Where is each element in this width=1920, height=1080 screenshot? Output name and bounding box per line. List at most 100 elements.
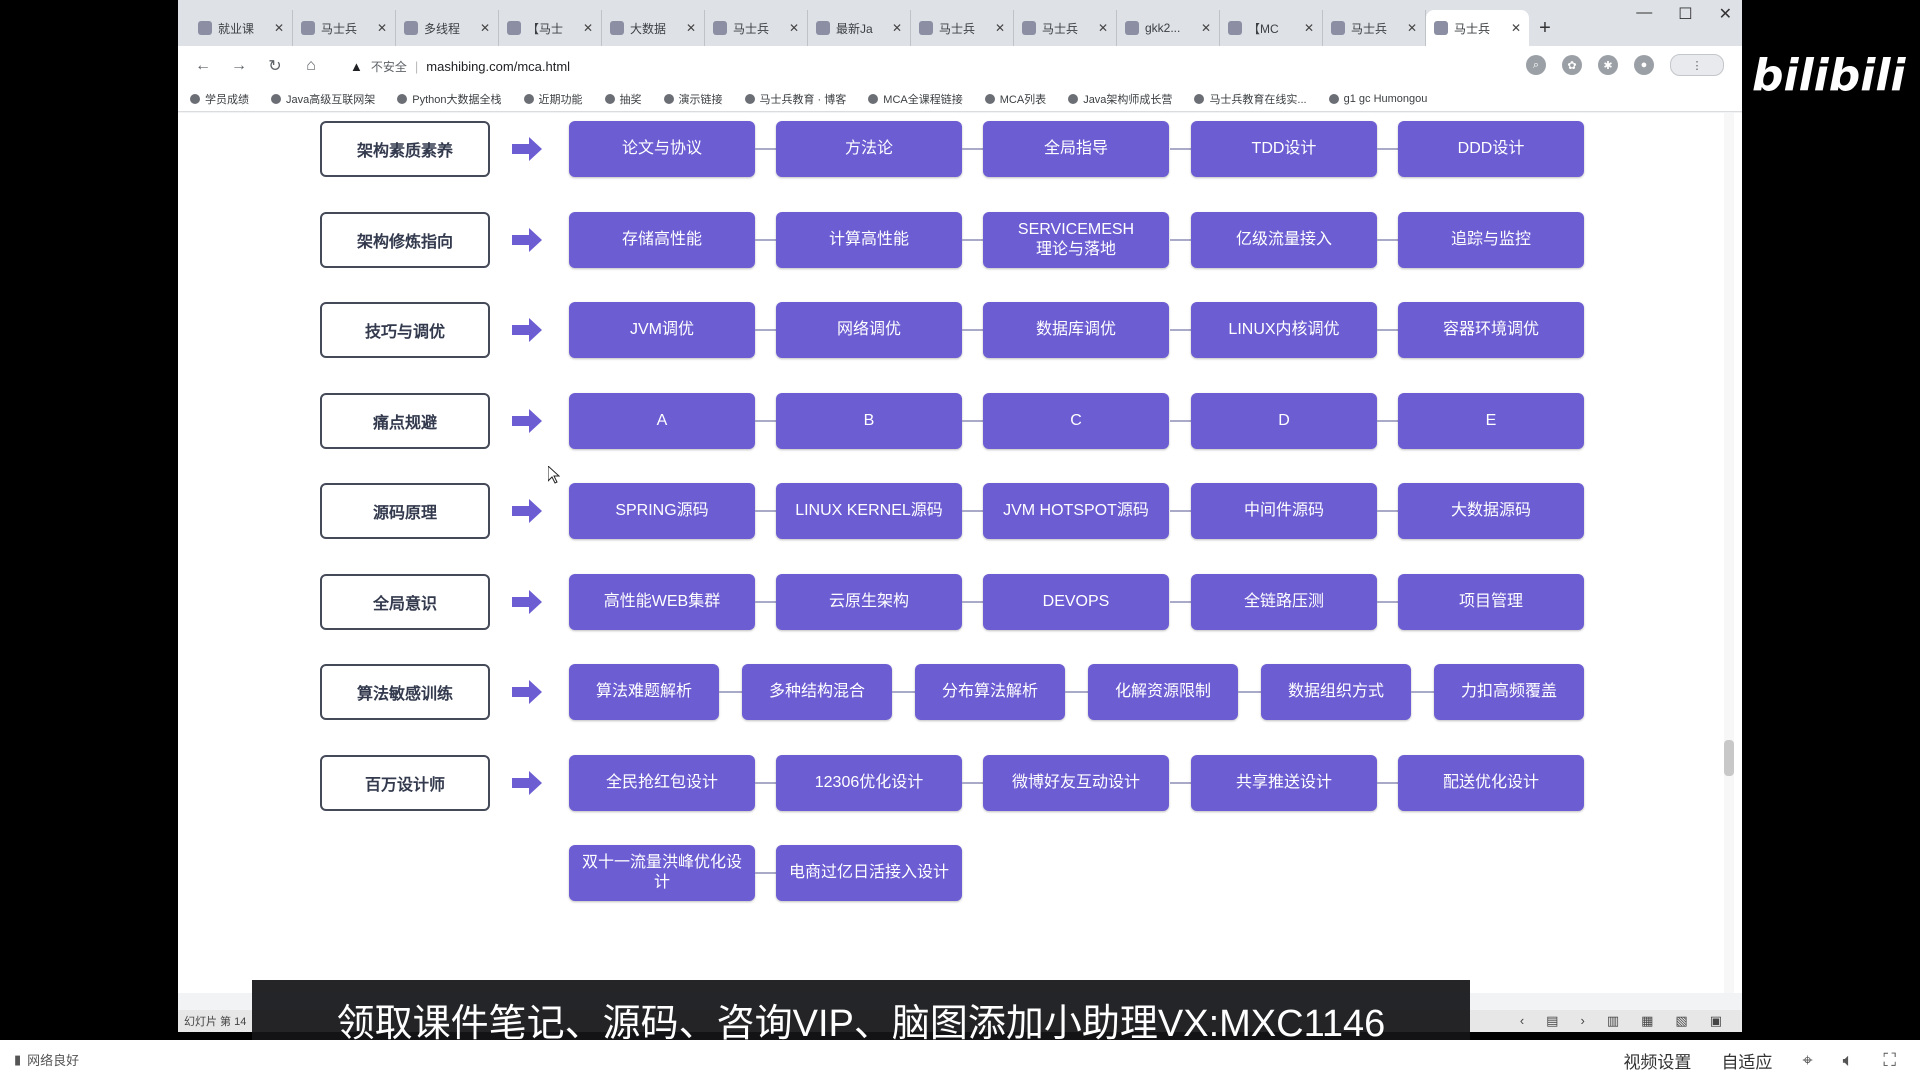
browser-tab[interactable]: 最新Ja ✕ (808, 10, 911, 46)
browser-tab[interactable]: 马士兵 ✕ (1323, 10, 1426, 46)
roadmap-node[interactable]: 计算高性能 (776, 212, 962, 268)
browser-tab[interactable]: 大数据 ✕ (602, 10, 705, 46)
roadmap-node[interactable]: 全局指导 (983, 121, 1169, 177)
roadmap-node[interactable]: JVM调优 (569, 302, 755, 358)
scrollbar-thumb[interactable] (1724, 740, 1734, 776)
roadmap-node[interactable]: 云原生架构 (776, 574, 962, 630)
tab-close-icon[interactable]: ✕ (1407, 21, 1417, 35)
tab-close-icon[interactable]: ✕ (892, 21, 902, 35)
tab-close-icon[interactable]: ✕ (995, 21, 1005, 35)
next-icon[interactable]: › (1580, 1013, 1584, 1029)
roadmap-node[interactable]: 分布算法解析 (915, 664, 1065, 720)
roadmap-node[interactable]: 力扣高频覆盖 (1434, 664, 1584, 720)
roadmap-node[interactable]: B (776, 393, 962, 449)
page-icon[interactable]: ▤ (1546, 1013, 1558, 1029)
fit-button[interactable]: 自适应 (1721, 1048, 1772, 1073)
browser-tab[interactable]: gkk2... ✕ (1117, 10, 1220, 46)
omnibox[interactable]: ▲ 不安全 | mashibing.com/mca.html (350, 58, 570, 75)
puzzle-icon[interactable]: ✱ (1598, 55, 1618, 75)
roadmap-node[interactable]: D (1191, 393, 1377, 449)
roadmap-node[interactable]: 数据组织方式 (1261, 664, 1411, 720)
roadmap-node[interactable]: 网络调优 (776, 302, 962, 358)
view-slideshow-icon[interactable]: ▣ (1710, 1013, 1722, 1029)
roadmap-node[interactable]: LINUX KERNEL源码 (776, 483, 962, 539)
roadmap-node[interactable]: 容器环境调优 (1398, 302, 1584, 358)
zoom-icon[interactable]: ⌕ (1526, 55, 1546, 75)
bookmark-item[interactable]: Java架构师成长营 (1068, 91, 1172, 107)
profile-icon[interactable]: ⋮ (1670, 54, 1724, 76)
tab-close-icon[interactable]: ✕ (686, 21, 696, 35)
bookmark-item[interactable]: 马士兵教育在线实... (1194, 91, 1307, 107)
roadmap-node[interactable]: 全链路压测 (1191, 574, 1377, 630)
roadmap-node[interactable]: 多种结构混合 (742, 664, 892, 720)
roadmap-node[interactable]: SERVICEMESH 理论与落地 (983, 212, 1169, 268)
pip-icon[interactable]: ⌖ (1802, 1050, 1812, 1071)
home-icon[interactable]: ⌂ (300, 57, 322, 75)
roadmap-node[interactable]: 高性能WEB集群 (569, 574, 755, 630)
roadmap-node[interactable]: 方法论 (776, 121, 962, 177)
forward-icon[interactable]: → (228, 57, 250, 75)
browser-tab[interactable]: 马士兵 ✕ (1014, 10, 1117, 46)
roadmap-node[interactable]: 双十一流量洪峰优化设计 (569, 845, 755, 901)
roadmap-node[interactable]: 共享推送设计 (1191, 755, 1377, 811)
roadmap-node[interactable]: 电商过亿日活接入设计 (776, 845, 962, 901)
roadmap-node[interactable]: A (569, 393, 755, 449)
roadmap-node[interactable]: TDD设计 (1191, 121, 1377, 177)
fullscreen-icon[interactable]: ⛶ (1883, 1050, 1896, 1071)
roadmap-node[interactable]: 大数据源码 (1398, 483, 1584, 539)
user-icon[interactable]: ● (1634, 55, 1654, 75)
roadmap-node[interactable]: 论文与协议 (569, 121, 755, 177)
browser-tab[interactable]: 马士兵 ✕ (293, 10, 396, 46)
bookmark-item[interactable]: Java高级互联网架 (271, 91, 375, 107)
tab-close-icon[interactable]: ✕ (377, 21, 387, 35)
browser-tab[interactable]: 多线程 ✕ (396, 10, 499, 46)
browser-tab[interactable]: 马士兵 ✕ (1426, 10, 1529, 46)
roadmap-node[interactable]: 全民抢红包设计 (569, 755, 755, 811)
maximize-button[interactable]: ☐ (1678, 4, 1692, 24)
bookmark-item[interactable]: 近期功能 (523, 91, 583, 107)
roadmap-node[interactable]: LINUX内核调优 (1191, 302, 1377, 358)
roadmap-node[interactable]: E (1398, 393, 1584, 449)
extension-icon[interactable]: ✿ (1562, 55, 1582, 75)
roadmap-node[interactable]: 数据库调优 (983, 302, 1169, 358)
tab-close-icon[interactable]: ✕ (274, 21, 284, 35)
browser-tab[interactable]: 马士兵 ✕ (705, 10, 808, 46)
tab-close-icon[interactable]: ✕ (1511, 21, 1521, 35)
roadmap-node[interactable]: 配送优化设计 (1398, 755, 1584, 811)
roadmap-node[interactable]: 12306优化设计 (776, 755, 962, 811)
browser-tab[interactable]: 马士兵 ✕ (911, 10, 1014, 46)
roadmap-node[interactable]: 中间件源码 (1191, 483, 1377, 539)
roadmap-node[interactable]: JVM HOTSPOT源码 (983, 483, 1169, 539)
tab-close-icon[interactable]: ✕ (480, 21, 490, 35)
roadmap-node[interactable]: DEVOPS (983, 574, 1169, 630)
view-reading-icon[interactable]: ▧ (1675, 1013, 1687, 1029)
roadmap-node[interactable]: 追踪与监控 (1398, 212, 1584, 268)
browser-tab[interactable]: 【马士 ✕ (499, 10, 602, 46)
browser-tab[interactable]: 就业课 ✕ (190, 10, 293, 46)
bookmark-item[interactable]: 演示链接 (663, 91, 723, 107)
volume-icon[interactable]: 🔈︎ (1843, 1050, 1854, 1071)
roadmap-node[interactable]: 算法难题解析 (569, 664, 719, 720)
reload-icon[interactable]: ↻ (264, 56, 286, 76)
bookmark-item[interactable]: Python大数据全栈 (397, 91, 502, 107)
bookmark-item[interactable]: 学员成绩 (190, 91, 249, 107)
roadmap-node[interactable]: 项目管理 (1398, 574, 1584, 630)
bookmark-item[interactable]: g1 gc Humongou (1328, 93, 1427, 105)
video-settings-button[interactable]: 视频设置 (1623, 1048, 1691, 1073)
roadmap-node[interactable]: DDD设计 (1398, 121, 1584, 177)
browser-tab[interactable]: 【MC ✕ (1220, 10, 1323, 46)
roadmap-node[interactable]: 化解资源限制 (1088, 664, 1238, 720)
back-icon[interactable]: ← (192, 57, 214, 75)
scrollbar[interactable] (1724, 113, 1734, 993)
view-normal-icon[interactable]: ▥ (1607, 1013, 1619, 1029)
tab-close-icon[interactable]: ✕ (1098, 21, 1108, 35)
bookmark-item[interactable]: MCA全课程链接 (868, 91, 963, 107)
roadmap-node[interactable]: C (983, 393, 1169, 449)
roadmap-node[interactable]: SPRING源码 (569, 483, 755, 539)
roadmap-node[interactable]: 亿级流量接入 (1191, 212, 1377, 268)
new-tab-button[interactable]: + (1529, 10, 1561, 46)
roadmap-node[interactable]: 微博好友互动设计 (983, 755, 1169, 811)
bookmark-item[interactable]: MCA列表 (984, 91, 1046, 107)
tab-close-icon[interactable]: ✕ (1304, 21, 1314, 35)
close-button[interactable]: ✕ (1719, 4, 1732, 24)
